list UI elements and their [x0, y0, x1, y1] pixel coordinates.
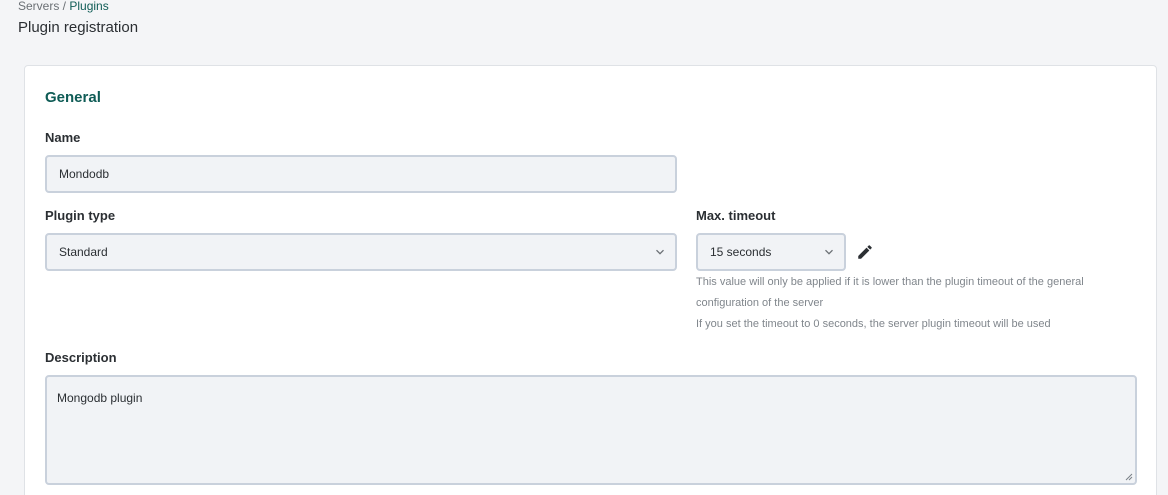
max-timeout-help-1: This value will only be applied if it is… — [696, 276, 1084, 309]
name-input[interactable]: Mondodb — [45, 155, 677, 193]
chevron-down-icon — [656, 249, 664, 255]
breadcrumb-plugins-link[interactable]: Plugins — [69, 0, 108, 13]
plugin-type-label: Plugin type — [45, 208, 116, 223]
name-input-value: Mondodb — [59, 167, 110, 181]
max-timeout-help-2: If you set the timeout to 0 seconds, the… — [696, 318, 1051, 330]
description-value: Mongodb plugin — [57, 391, 143, 405]
max-timeout-select[interactable]: 15 seconds — [696, 233, 846, 271]
description-textarea[interactable]: Mongodb plugin — [45, 375, 1137, 485]
resize-grip-icon[interactable] — [1123, 471, 1133, 481]
plugin-type-value: Standard — [59, 245, 108, 259]
name-label: Name — [45, 130, 81, 145]
max-timeout-value: 15 seconds — [710, 245, 772, 259]
pencil-icon[interactable] — [856, 243, 874, 261]
section-title-general: General — [45, 89, 101, 106]
max-timeout-label: Max. timeout — [696, 208, 776, 223]
plugin-registration-page: Servers / Plugins Plugin registration Ge… — [0, 0, 1168, 495]
general-card: General Name Mondodb Plugin type Standar… — [24, 65, 1157, 495]
breadcrumb-separator: / — [59, 0, 70, 13]
description-label: Description — [45, 350, 117, 365]
chevron-down-icon — [825, 249, 833, 255]
breadcrumb: Servers / Plugins — [18, 0, 109, 14]
breadcrumb-servers-link[interactable]: Servers — [18, 0, 59, 13]
page-title: Plugin registration — [18, 19, 139, 36]
plugin-type-select[interactable]: Standard — [45, 233, 677, 271]
